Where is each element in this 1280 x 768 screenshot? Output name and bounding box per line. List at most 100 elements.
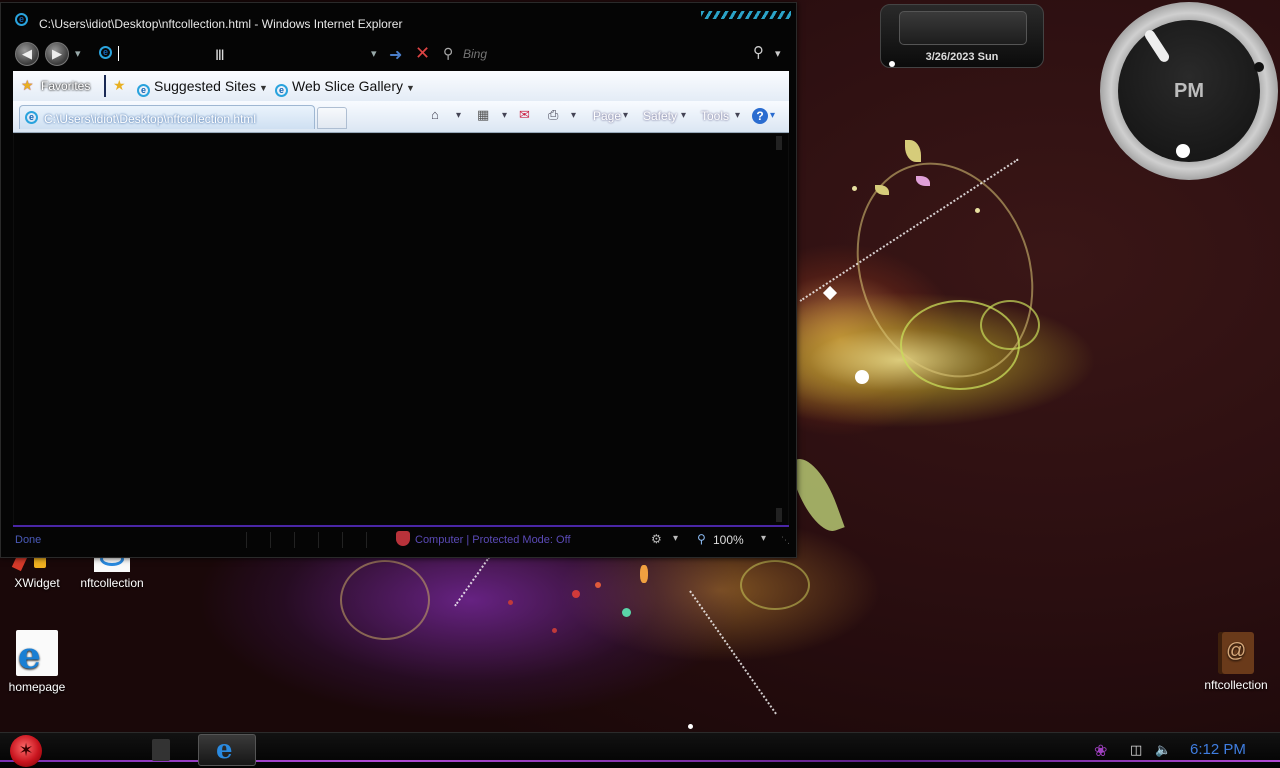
wallpaper-dotted-line (454, 556, 491, 607)
stop-icon[interactable]: ✕ (415, 43, 430, 64)
address-row: ◀ ▶ ▾ e Ⅲ ▾ ➜ ✕ ⚲ ⚲ ▾ (1, 37, 796, 71)
chevron-down-icon: ▼ (258, 83, 268, 93)
favorites-item-web-slice-gallery[interactable]: e Web Slice Gallery ▼ (275, 78, 415, 97)
clock-ampm: PM (1174, 80, 1204, 102)
page-menu-button[interactable]: Page (593, 109, 621, 123)
back-button[interactable]: ◀ (15, 42, 39, 66)
help-icon[interactable]: ? (752, 108, 768, 124)
popup-blocker-icon[interactable]: ⚙ (651, 532, 662, 546)
wallpaper-sparkle (852, 186, 857, 191)
date-gadget-date: 3/26/2023 Sun (925, 51, 999, 63)
volume-muted-icon[interactable]: 🔈 (1155, 742, 1171, 758)
app-icon (152, 739, 170, 761)
home-dropdown-icon[interactable]: ▾ (456, 110, 461, 121)
taskbar-item-internet-explorer[interactable]: e (198, 734, 256, 766)
page-content-area[interactable] (13, 133, 789, 526)
new-tab-button[interactable] (317, 107, 347, 129)
status-separators (246, 532, 386, 548)
scroll-down-button[interactable] (776, 508, 782, 522)
desktop-icon-nftcollection-book[interactable]: @ nftcollection (1198, 632, 1274, 692)
security-zone-text[interactable]: Computer | Protected Mode: Off (415, 534, 571, 546)
favorites-item-suggested-sites[interactable]: e Suggested Sites ▼ (137, 78, 268, 97)
wallpaper-sparkle (508, 600, 513, 605)
zoom-icon: ⚲ (697, 532, 706, 546)
favorites-bar: ★ Favorites ★ e Suggested Sites ▼ e Web Sli… (13, 71, 789, 101)
tray-app-icon[interactable]: ❀ (1094, 741, 1107, 761)
ie-logo-icon: e (216, 735, 233, 765)
search-provider-icon: ⚲ (443, 45, 454, 61)
home-icon[interactable]: ⌂ (431, 107, 439, 122)
wallpaper-sparkle (572, 590, 580, 598)
tools-dropdown-icon[interactable]: ▾ (735, 110, 740, 121)
recent-pages-dropdown-icon[interactable]: ▾ (75, 47, 81, 60)
print-dropdown-icon[interactable]: ▾ (571, 110, 576, 121)
taskbar-item-app[interactable] (146, 734, 176, 766)
address-dropdown-icon[interactable]: ▾ (371, 47, 377, 60)
title-stripes (701, 11, 791, 19)
tools-menu-button[interactable]: Tools (701, 109, 729, 123)
tab-nftcollection[interactable]: e C:\Users\idiot\Desktop\nftcollection.h… (19, 105, 315, 129)
status-bar: Done Computer | Protected Mode: Off ⚙ ▾ … (1, 529, 796, 551)
chevron-down-icon: ▼ (406, 83, 415, 93)
address-book-icon: @ (1218, 632, 1254, 674)
safety-menu-button[interactable]: Safety (643, 109, 677, 123)
zoom-dropdown-icon[interactable]: ▾ (761, 533, 766, 544)
vertical-scrollbar[interactable] (776, 136, 784, 522)
wallpaper-sparkle (975, 208, 980, 213)
mail-icon[interactable]: ✉ (519, 107, 530, 123)
wallpaper-sparkle (552, 628, 557, 633)
feeds-dropdown-icon[interactable]: ▾ (502, 110, 507, 121)
ie-logo-icon: e (15, 13, 28, 26)
ie-page-icon: e (137, 84, 150, 97)
window-title: C:\Users\idiot\Desktop\nftcollection.htm… (39, 17, 403, 31)
forward-button[interactable]: ▶ (45, 42, 69, 66)
scroll-up-button[interactable] (776, 136, 782, 150)
favorites-item-label: Suggested Sites (154, 78, 256, 94)
ie-page-icon: e (25, 111, 38, 124)
wallpaper-dotted-line (689, 590, 777, 715)
zoom-level[interactable]: 100% (713, 533, 744, 547)
title-bar[interactable]: e C:\Users\idiot\Desktop\nftcollection.h… (1, 3, 796, 37)
favorites-separator (104, 75, 106, 97)
feeds-icon[interactable]: ▦ (477, 107, 489, 123)
address-input[interactable] (117, 45, 367, 63)
clock-gadget[interactable]: PM (1100, 2, 1278, 180)
ie-window[interactable]: e C:\Users\idiot\Desktop\nftcollection.h… (0, 2, 797, 558)
network-icon[interactable]: ◫ (1130, 742, 1142, 758)
desktop-icon-label: homepage (8, 680, 66, 694)
clock-knob (1254, 62, 1264, 72)
search-input[interactable] (463, 45, 743, 63)
search-icon[interactable]: ⚲ (753, 43, 764, 61)
popup-dropdown-icon[interactable]: ▾ (673, 533, 678, 544)
wallpaper-sparkle (595, 582, 601, 588)
date-gadget[interactable]: 3/26/2023 Sun (880, 4, 1044, 68)
desktop-icon-homepage[interactable]: e homepage (2, 630, 72, 694)
wallpaper-swirl (740, 560, 810, 610)
add-to-favorites-icon[interactable]: ★ (113, 77, 126, 94)
go-arrow-icon[interactable]: ➜ (389, 45, 402, 65)
wallpaper-flame (640, 565, 648, 583)
ie-document-icon: e (16, 630, 58, 676)
favorites-button[interactable]: Favorites (17, 75, 100, 97)
help-dropdown-icon[interactable]: ▾ (770, 110, 775, 121)
taskbar-accent-line (0, 760, 1280, 762)
clock-dot (1176, 144, 1190, 158)
page-dropdown-icon[interactable]: ▾ (623, 110, 628, 121)
desktop-icon-label: XWidget (14, 576, 60, 590)
date-gadget-screen (899, 11, 1027, 45)
resize-grip-icon[interactable]: ⋱ (781, 535, 790, 546)
start-button[interactable]: ✶ (10, 735, 42, 767)
tab-label: C:\Users\idiot\Desktop\nftcollection.htm… (44, 112, 257, 126)
text-caret (118, 46, 119, 61)
wallpaper-swirl (340, 560, 430, 640)
desktop-icon-label: nftcollection (1204, 678, 1268, 692)
safety-dropdown-icon[interactable]: ▾ (681, 110, 686, 121)
taskbar: ✶ e ❀ ◫ 🔈 6:12 PM (0, 732, 1280, 768)
print-icon[interactable]: ⎙ (548, 107, 558, 123)
ie-page-icon: e (275, 84, 288, 97)
wallpaper-sparkle (855, 370, 869, 384)
protected-mode-shield-icon (396, 531, 410, 546)
search-options-dropdown-icon[interactable]: ▾ (775, 47, 781, 60)
tab-bar: e C:\Users\idiot\Desktop\nftcollection.h… (13, 101, 789, 133)
taskbar-clock[interactable]: 6:12 PM (1190, 741, 1246, 758)
